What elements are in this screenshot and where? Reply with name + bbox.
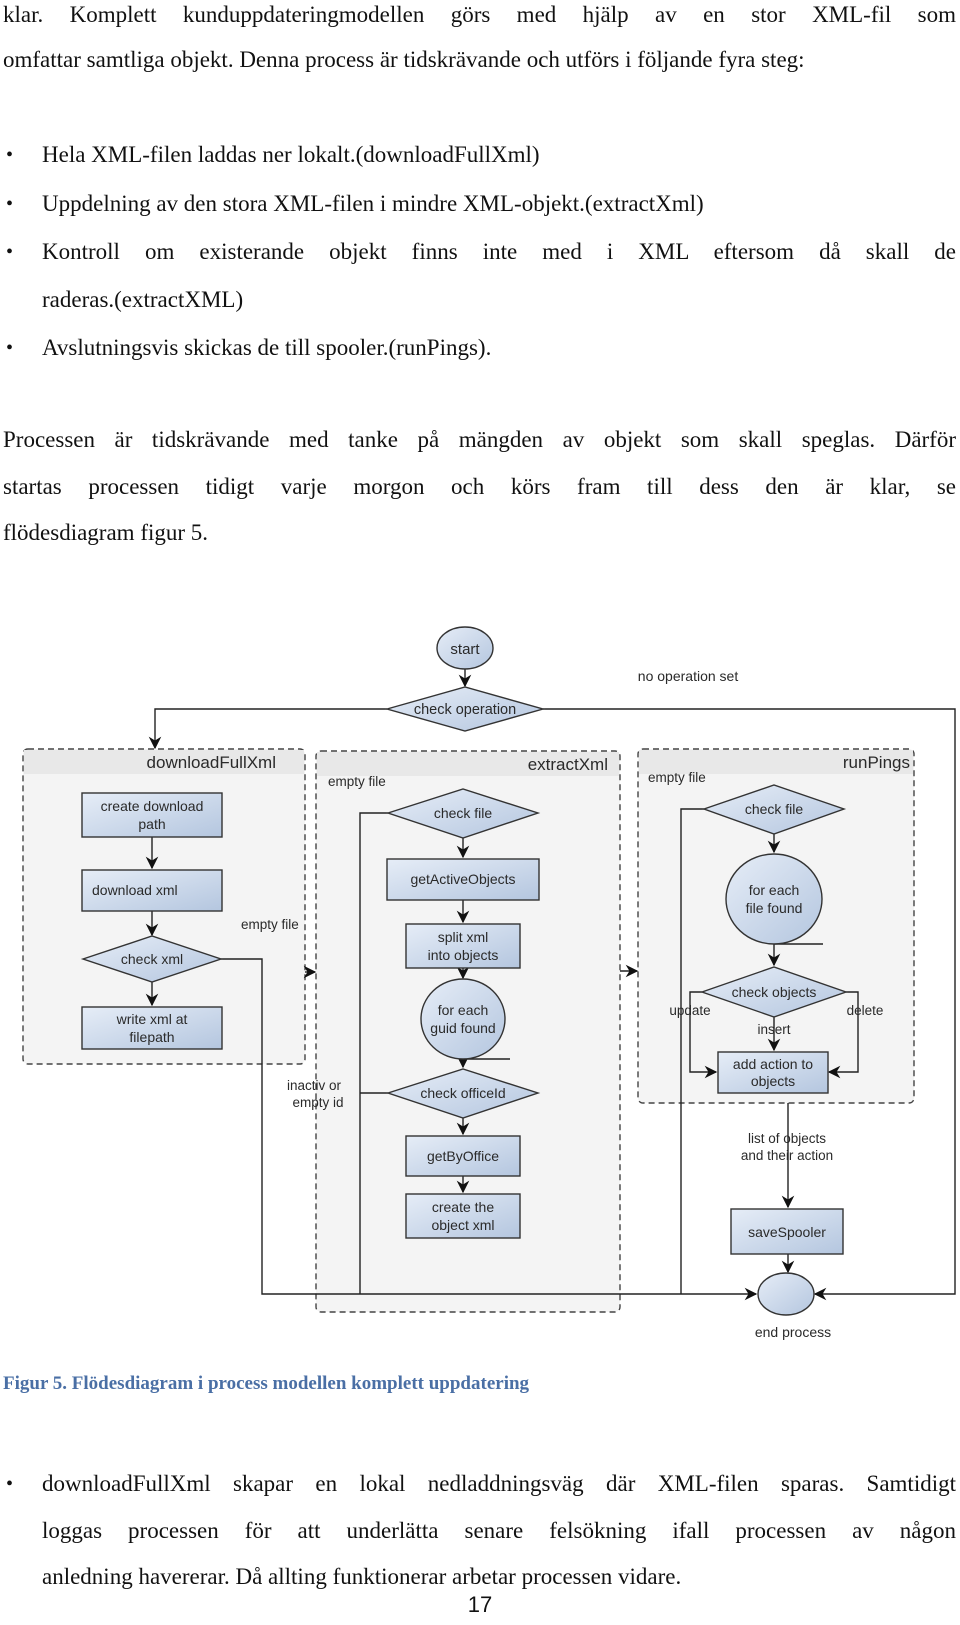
svg-text:check xml: check xml	[121, 951, 183, 967]
bullet-icon: •	[6, 1473, 14, 1495]
svg-text:check file: check file	[434, 805, 493, 821]
update-label: update	[669, 1003, 710, 1018]
svg-text:split xml: split xml	[438, 929, 489, 945]
list-of-objects-label: list of objects and their action	[741, 1131, 833, 1163]
create-object-xml-node: create the object xml	[405, 1193, 521, 1239]
svg-text:add action to: add action to	[733, 1056, 813, 1072]
lane-title: runPings	[843, 753, 910, 772]
svg-text:saveSpooler: saveSpooler	[748, 1224, 826, 1240]
svg-text:objects: objects	[751, 1073, 795, 1089]
svg-text:for each: for each	[438, 1002, 489, 1018]
add-action-node: add action to objects	[717, 1051, 829, 1094]
save-spooler-node: saveSpooler	[730, 1208, 844, 1255]
svg-text:getByOffice: getByOffice	[427, 1148, 499, 1164]
svg-text:path: path	[138, 816, 165, 832]
svg-text:into objects: into objects	[428, 947, 499, 963]
svg-text:and their action: and their action	[741, 1148, 833, 1163]
svg-text:create download: create download	[101, 798, 204, 814]
empty-file-label: empty file	[328, 774, 386, 789]
bottom-line-1: downloadFullXml skapar en lokal nedladdn…	[42, 1471, 956, 1496]
bottom-line-2: loggas processen för att underlätta sena…	[42, 1518, 956, 1543]
svg-text:file found: file found	[746, 900, 803, 916]
svg-text:check officeId: check officeId	[420, 1085, 505, 1101]
svg-text:guid found: guid found	[430, 1020, 495, 1036]
svg-text:create the: create the	[432, 1199, 494, 1215]
get-by-office-node: getByOffice	[405, 1135, 521, 1177]
lane-title: downloadFullXml	[147, 753, 276, 772]
write-xml-node: write xml at filepath	[81, 1006, 223, 1050]
get-active-objects-node: getActiveObjects	[386, 858, 540, 901]
svg-text:for each: for each	[749, 882, 800, 898]
create-download-path-node: create download path	[81, 792, 223, 838]
for-each-file-loop: for each file found	[725, 853, 823, 945]
lane-title: extractXml	[528, 755, 608, 774]
svg-text:filepath: filepath	[129, 1029, 174, 1045]
start-node: start	[436, 626, 494, 670]
end-node	[757, 1272, 815, 1316]
page-number: 17	[467, 1592, 493, 1617]
svg-text:check objects: check objects	[732, 984, 817, 1000]
download-xml-node: download xml	[81, 869, 223, 912]
svg-text:getActiveObjects: getActiveObjects	[410, 871, 515, 887]
empty-file-label: empty file	[241, 917, 299, 932]
end-process-label: end process	[755, 1324, 831, 1340]
svg-text:check file: check file	[745, 801, 804, 817]
delete-label: delete	[847, 1003, 884, 1018]
bottom-line-3: anledning havererar. Då allting funktion…	[42, 1564, 682, 1589]
empty-file-label: empty file	[648, 770, 706, 785]
split-xml-node: split xml into objects	[405, 923, 521, 969]
check-operation-decision: check operation	[384, 686, 546, 732]
svg-text:list of objects: list of objects	[748, 1131, 826, 1146]
figure-caption: Figur 5. Flödesdiagram i process modelle…	[3, 1373, 530, 1394]
svg-text:download xml: download xml	[92, 882, 178, 898]
svg-text:object xml: object xml	[431, 1217, 494, 1233]
insert-label: insert	[757, 1022, 790, 1037]
svg-text:inactiv or: inactiv or	[287, 1078, 342, 1093]
for-each-guid-loop: for each guid found	[420, 978, 506, 1060]
svg-text:start: start	[450, 641, 480, 658]
no-operation-label: no operation set	[638, 668, 739, 684]
svg-text:write xml at: write xml at	[116, 1011, 188, 1027]
svg-text:check operation: check operation	[414, 702, 516, 718]
svg-text:empty id: empty id	[292, 1095, 343, 1110]
